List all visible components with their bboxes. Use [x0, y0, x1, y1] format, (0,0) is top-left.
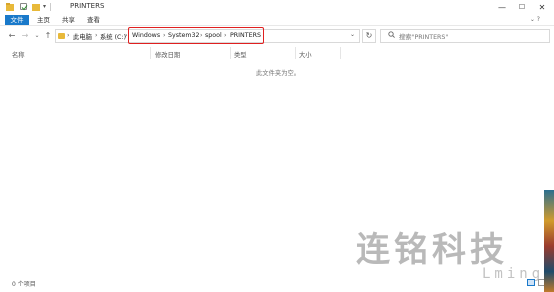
close-button[interactable]: ✕: [532, 0, 552, 14]
column-modified-date[interactable]: 修改日期: [155, 50, 180, 59]
tab-home[interactable]: 主页: [37, 15, 50, 25]
maximize-button[interactable]: ☐: [512, 0, 532, 14]
details-view-button[interactable]: [527, 279, 535, 286]
breadcrumb-this-pc[interactable]: 此电脑: [73, 32, 92, 41]
column-divider[interactable]: [340, 47, 341, 59]
tab-view[interactable]: 查看: [87, 15, 100, 25]
column-divider[interactable]: [295, 47, 296, 59]
window-title: PRINTERS: [70, 2, 105, 10]
properties-icon[interactable]: [20, 3, 28, 11]
column-size[interactable]: 大小: [299, 50, 312, 59]
column-divider[interactable]: [150, 47, 151, 59]
ribbon: [0, 14, 554, 26]
up-button[interactable]: ↑: [43, 30, 53, 42]
address-folder-icon: [58, 33, 65, 39]
minimize-button[interactable]: —: [492, 0, 512, 14]
column-type[interactable]: 类型: [234, 50, 247, 59]
tab-share[interactable]: 共享: [62, 15, 75, 25]
empty-folder-message: 此文件夹为空。: [256, 70, 301, 77]
title-divider: [50, 3, 51, 11]
ribbon-expand-help[interactable]: ⌄ ?: [530, 15, 540, 25]
search-input[interactable]: 搜索"PRINTERS": [399, 32, 448, 41]
status-item-count: 0 个项目: [12, 281, 36, 288]
watermark-text: 连铭科技: [356, 230, 508, 270]
quick-access-dropdown-icon[interactable]: ▾: [43, 3, 46, 10]
tab-file[interactable]: 文件: [5, 15, 29, 25]
refresh-button[interactable]: ↻: [362, 29, 376, 43]
forward-button[interactable]: →: [20, 30, 30, 42]
breadcrumb-c-drive[interactable]: 系统 (C:): [100, 32, 126, 41]
recent-locations-button[interactable]: ⌄: [32, 30, 42, 42]
path-highlight-box: [128, 27, 264, 44]
breadcrumb-separator[interactable]: ›: [95, 32, 98, 39]
desktop-wallpaper-edge: [544, 190, 554, 292]
new-folder-icon[interactable]: [32, 3, 40, 11]
breadcrumb-separator[interactable]: ›: [67, 32, 70, 39]
folder-icon: [6, 3, 14, 11]
address-dropdown-icon[interactable]: ⌄: [350, 31, 355, 38]
back-button[interactable]: ←: [7, 30, 17, 42]
column-name[interactable]: 名称: [12, 50, 25, 59]
column-divider[interactable]: [230, 47, 231, 59]
search-icon: [388, 31, 395, 40]
